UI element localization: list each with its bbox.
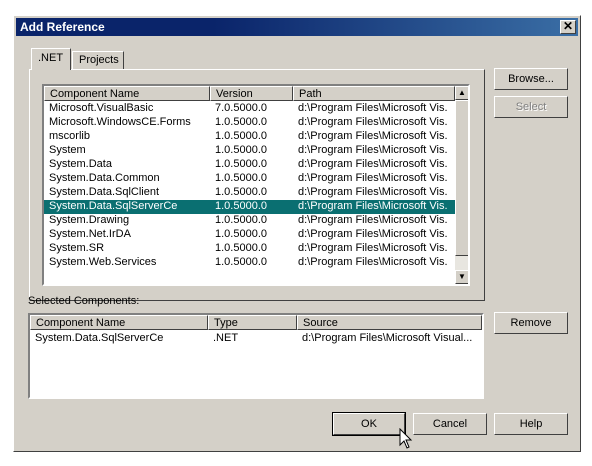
row-path: d:\Program Files\Microsoft Vis...	[298, 214, 448, 226]
row-version: 1.0.5000.0	[215, 158, 267, 170]
row-path: d:\Program Files\Microsoft Vis...	[298, 102, 448, 114]
row-path: d:\Program Files\Microsoft Vis...	[298, 158, 448, 170]
sel-header-source[interactable]: Source	[297, 315, 482, 330]
component-row[interactable]: System.Data 1.0.5000.0 d:\Program Files\Mi…	[44, 158, 455, 172]
row-version: 1.0.5000.0	[215, 242, 267, 254]
column-header-version[interactable]: Version	[210, 86, 293, 101]
row-version: 1.0.5000.0	[215, 214, 267, 226]
row-name: System.Data.SqlServerCe	[49, 200, 178, 212]
title-bar[interactable]: Add Reference ✕	[16, 18, 578, 36]
component-row[interactable]: Microsoft.VisualBasic 7.0.5000.0 d:\Progra…	[44, 102, 455, 116]
row-version: 7.0.5000.0	[215, 102, 267, 114]
scroll-up-button[interactable]: ▲	[455, 86, 468, 100]
row-name: Microsoft.VisualBasic	[49, 102, 154, 114]
selected-components-list[interactable]: Component Name Type Source System.Data.S…	[28, 313, 484, 399]
vertical-scrollbar[interactable]: ▲ ▼	[455, 86, 468, 284]
row-name: System.SR	[49, 242, 105, 254]
scroll-down-button[interactable]: ▼	[455, 270, 468, 284]
sel-header-component-name[interactable]: Component Name	[30, 315, 208, 330]
component-row[interactable]: System.Data.SqlServerCe 1.0.5000.0 d:\Prog…	[44, 200, 455, 214]
row-path: d:\Program Files\Microsoft Vis...	[298, 130, 448, 142]
component-row[interactable]: System.Data.Common 1.0.5000.0 d:\Program F…	[44, 172, 455, 186]
component-row[interactable]: System.Web.Services 1.0.5000.0 d:\Program …	[44, 256, 455, 270]
tab-dotnet-label: .NET	[38, 52, 64, 64]
row-version: 1.0.5000.0	[215, 172, 267, 184]
component-row[interactable]: Microsoft.WindowsCE.Forms 1.0.5000.0 d:\Pr…	[44, 116, 455, 130]
row-version: 1.0.5000.0	[215, 130, 267, 142]
row-path: d:\Program Files\Microsoft Vis...	[298, 200, 448, 212]
select-button[interactable]: Select	[494, 96, 568, 118]
component-row[interactable]: System 1.0.5000.0 d:\Program Files\Microso…	[44, 144, 455, 158]
tab-projects[interactable]: Projects	[72, 51, 124, 69]
close-icon: ✕	[562, 19, 574, 33]
row-version: 1.0.5000.0	[215, 186, 267, 198]
tab-panel: Component Name Version Path Microsoft.Vi…	[29, 69, 485, 301]
row-name: System.Data.SqlClient	[49, 186, 160, 198]
scroll-down-icon: ▼	[458, 272, 466, 281]
row-version: 1.0.5000.0	[215, 144, 267, 156]
remove-button[interactable]: Remove	[494, 312, 568, 334]
component-row[interactable]: System.Drawing 1.0.5000.0 d:\Program Files…	[44, 214, 455, 228]
row-name: System	[49, 144, 86, 156]
row-path: d:\Program Files\Microsoft Vis...	[298, 186, 448, 198]
tab-projects-label: Projects	[79, 54, 119, 66]
row-name: System.Net.IrDA	[49, 228, 131, 240]
cancel-button[interactable]: Cancel	[413, 413, 487, 435]
row-path: d:\Program Files\Microsoft Vis...	[298, 256, 448, 268]
row-name: System.Data.Common	[49, 172, 160, 184]
selected-components-label: Selected Components:	[28, 295, 140, 307]
sel-type: .NET	[213, 332, 239, 344]
window-title: Add Reference	[20, 20, 105, 34]
row-name: Microsoft.WindowsCE.Forms	[49, 116, 191, 128]
scroll-thumb[interactable]	[455, 100, 468, 256]
row-name: System.Drawing	[49, 214, 130, 226]
row-path: d:\Program Files\Microsoft Vis...	[298, 242, 448, 254]
row-path: d:\Program Files\Microsoft Vis...	[298, 228, 448, 240]
selected-component-row[interactable]: System.Data.SqlServerCe .NET d:\Program Fi…	[30, 332, 482, 346]
add-reference-dialog: Add Reference ✕ .NET Projects Component …	[13, 15, 581, 452]
row-version: 1.0.5000.0	[215, 200, 267, 212]
scroll-up-icon: ▲	[458, 88, 466, 97]
component-row[interactable]: System.SR 1.0.5000.0 d:\Program Files\Micr…	[44, 242, 455, 256]
component-row[interactable]: mscorlib 1.0.5000.0 d:\Program Files\Micro…	[44, 130, 455, 144]
row-name: System.Data	[49, 158, 112, 170]
close-button[interactable]: ✕	[560, 20, 576, 34]
column-header-path[interactable]: Path	[293, 86, 455, 101]
mouse-cursor-icon	[399, 428, 413, 449]
column-header-component-name[interactable]: Component Name	[44, 86, 210, 101]
row-name: mscorlib	[49, 130, 90, 142]
sel-source: d:\Program Files\Microsoft Visual...	[302, 332, 473, 344]
component-row[interactable]: System.Data.SqlClient 1.0.5000.0 d:\Progra…	[44, 186, 455, 200]
component-row[interactable]: System.Net.IrDA 1.0.5000.0 d:\Program File…	[44, 228, 455, 242]
sel-header-type[interactable]: Type	[208, 315, 297, 330]
sel-name: System.Data.SqlServerCe	[35, 332, 164, 344]
row-version: 1.0.5000.0	[215, 256, 267, 268]
browse-button[interactable]: Browse...	[494, 68, 568, 90]
row-path: d:\Program Files\Microsoft Vis...	[298, 144, 448, 156]
row-version: 1.0.5000.0	[215, 116, 267, 128]
tab-dotnet[interactable]: .NET	[31, 48, 71, 70]
row-name: System.Web.Services	[49, 256, 157, 268]
component-list[interactable]: Component Name Version Path Microsoft.Vi…	[42, 84, 470, 286]
row-path: d:\Program Files\Microsoft Vis...	[298, 172, 448, 184]
help-button[interactable]: Help	[494, 413, 568, 435]
row-version: 1.0.5000.0	[215, 228, 267, 240]
row-path: d:\Program Files\Microsoft Vis...	[298, 116, 448, 128]
ok-button[interactable]: OK	[332, 412, 406, 436]
